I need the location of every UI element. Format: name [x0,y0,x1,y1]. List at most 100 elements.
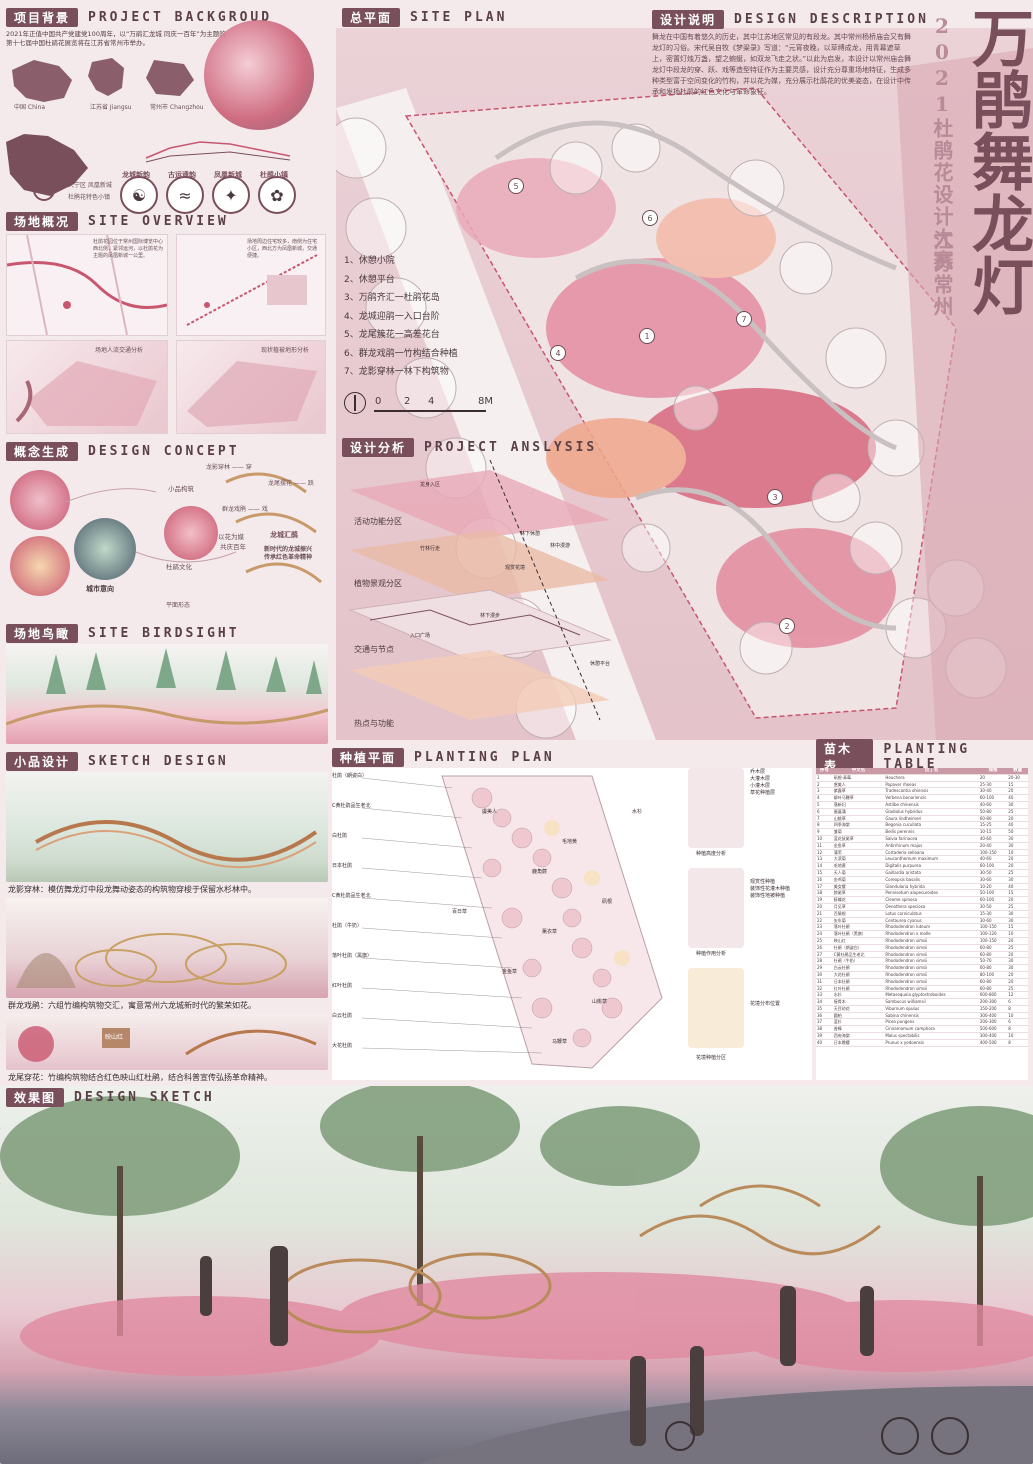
plan-marker-6: 6 [642,210,658,226]
overview-map-2: 场地周边住宅较多，南侧为住宅小区，西北方为凤凰新城，交通便捷。 [176,234,326,336]
table-row: 32 红叶杜鹃 Rhododendron simsii 60-80 25 [816,985,1028,993]
table-cell: Cleome spinosa [884,896,979,904]
table-row: 3 紫露草 Tradescantia ohiensis 30-40 20 [816,787,1028,796]
analysis-tag: 观赏花境 [505,565,526,571]
table-cell: 大滨菊 [832,855,885,864]
legend-entry: 装饰性花灌木种植 [750,886,791,892]
table-cell: 300-400 [978,1032,1008,1040]
table-cell: 金鱼草 [832,842,885,850]
table-cell: 30 [816,971,833,979]
table-cell: 150-200 [978,1005,1008,1013]
table-cell: 15 [1007,923,1028,932]
table-cell: Verbena bonariensis [884,794,979,802]
table-cell: 毛地黄 [832,862,885,870]
table-cell: 39 [816,1032,833,1040]
table-cell: 30-40 [978,787,1008,796]
description-text: 舞龙在中国有着悠久的历史，其中江苏地区常见的有段龙。其中常州杨桥庙会又有舞龙灯的… [652,33,912,96]
table-cell: 14 [816,862,833,870]
table-cell: 20 [1007,971,1028,979]
section-birdsight-head: 场地鸟瞰 SITE BIRDSIGHT [6,623,240,643]
concept-label: 龙尾摆花 —— 跃 [268,480,314,487]
table-row: 13 大滨菊 Leucanthemum maximum 40-60 20 [816,855,1028,864]
overview-map-1: 杜鹃花园位于常州国际博览中心西北侧，紧邻运河，以杜鹃花为主题的凤凰新城一公里。 [6,234,168,336]
table-cell: 15 [1007,781,1028,789]
table-cell: 20 [1007,862,1028,870]
table-cell: 30 [1007,876,1028,884]
table-row: 11 金鱼草 Antirrhinum majus 20-40 30 [816,842,1028,850]
table-cell: 落叶杜鹃 [832,923,885,932]
background-text: 2021年正值中国共产党建党100周年，以“万鹃汇龙城 同庆一百年”为主题的第十… [6,30,226,47]
table-cell: Rhododendron simsii [884,985,979,993]
planting-map-label: 矾根 [602,899,613,905]
legend-item: 4、龙城迎鹃一入口台阶 [344,311,440,322]
plan-marker-7: 7 [736,311,752,327]
table-cell: 28 [816,957,833,966]
planting-border-map [688,968,744,1048]
table-cell: 3 [816,787,833,796]
table-cell: Rhododendron simsii [884,978,979,986]
concept-label: 以花为媒 [218,533,244,541]
analysis-tag: 林下休憩 [520,531,541,537]
table-row: 33 水杉 Metasequoia glyptostroboides 600-800 1… [816,991,1028,1000]
planting-label: 杜鹃（朗姿白） [332,773,368,779]
table-row: 8 四季海棠 Begonia cucullata 15-25 40 [816,821,1028,830]
table-cell: 30 [1007,957,1028,966]
table-cell: 日本晚樱 [832,1039,885,1047]
planting-label: 杜鹃（牛奶） [332,923,363,929]
planting-map-label: 虞美人 [482,809,498,815]
plan-marker-2: 2 [779,618,795,634]
table-cell: 32 [816,985,833,993]
table-cell: 50-70 [978,957,1008,966]
planting-plan-area: 杜鹃（朗姿白） C黄杜鹃品生老北 白杜鹃 日本杜鹃 C黄杜鹃品生老北 杜鹃（牛奶… [332,768,812,1080]
table-row: 27 C黄杜鹃品生老北 Rhododendron simsii 60-80 20 [816,951,1028,959]
table-cell: 12 [1007,991,1028,1000]
table-cell: 蓝花鼠尾草 [832,835,885,843]
design-sketch-scene [0,1086,1033,1464]
overview-caption-1: 场地人流交通分析 [95,347,144,354]
table-cell: 四季海棠 [832,821,885,830]
table-cell: 20 [816,903,833,911]
table-cell: 金鸡菊 [832,876,885,884]
table-cell: 天目琼花 [832,1005,885,1013]
concept-label: 杜鹃文化 [166,563,192,571]
table-cell: Lotus corniculatus [884,910,979,918]
table-cell: Heuchera [884,774,979,782]
table-cell: 31 [816,978,833,986]
table-cell: Rhododendron simsii [884,951,979,959]
table-cell: 30 [1007,910,1028,918]
table-cell: 8 [816,821,833,830]
table-cell: 11 [816,842,833,850]
table-row: 16 金鸡菊 Coreopsis basalis 30-60 30 [816,876,1028,884]
table-cell: 27 [816,951,833,959]
changzhou-map [146,60,194,96]
map-label-china: 中国 China [14,104,46,111]
table-cell: 20 [1007,978,1028,986]
table-cell: 6 [816,808,833,816]
table-cell: 雏菊 [832,828,885,836]
table-cell: 落新妇 [832,801,885,809]
table-cell: Salvia farinacea [884,835,979,843]
legend-item: 6、群龙戏鹃一竹构结合种植 [344,348,458,359]
table-cell: 接骨木 [832,998,885,1006]
table-row: 2 虞美人 Papaver rhoeas 25-30 15 [816,781,1028,789]
table-cell: 25 [1007,869,1028,877]
table-row: 12 蒲苇 Cortaderia selloana 100-150 10 [816,849,1028,857]
table-cell: Rhododendron simsii [884,957,979,966]
planting-function-map [688,868,744,948]
table-cell: 600-800 [978,991,1008,1000]
section-tag: 概念生成 [6,441,79,461]
table-cell: 60-80 [978,944,1008,952]
table-cell: Bellis perennis [884,828,979,836]
table-cell: 10 [816,835,833,843]
table-cell: 18 [816,889,833,898]
plan-marker-1: 1 [639,328,655,344]
badge-flower: ✿ [258,176,296,214]
section-siteplan-head: 总平面 SITE PLAN [342,7,507,27]
map-label-jiangsu: 江苏省 Jiangsu [90,104,132,111]
table-cell: Centaurea cyanus [884,917,979,925]
table-cell: 25 [1007,944,1028,952]
table-cell: 15 [1007,889,1028,898]
sketch-caption-1: 龙影穿林：模仿舞龙灯中段龙舞动姿态的构筑物穿梭于保留水杉林中。 [8,885,256,894]
table-cell: 20 [1007,896,1028,904]
planting-label: 白杜鹃 [332,833,348,839]
